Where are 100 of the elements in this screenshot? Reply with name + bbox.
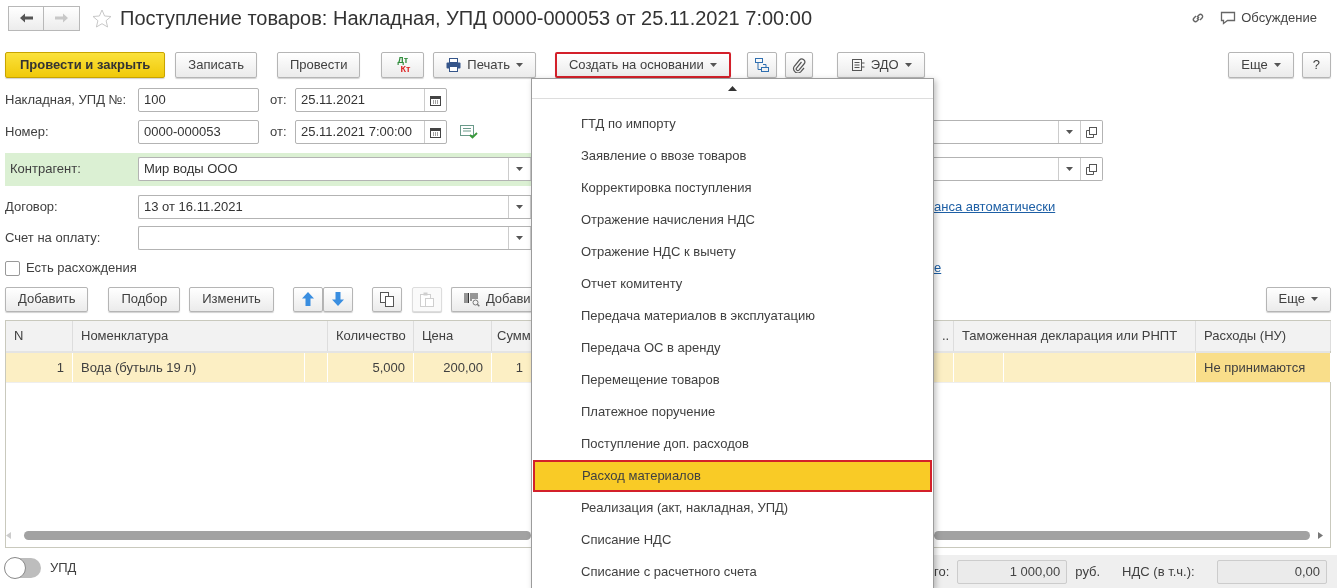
caret-icon bbox=[1066, 130, 1073, 134]
structure-button[interactable] bbox=[746, 52, 777, 78]
toggle-label: УПД bbox=[50, 559, 77, 578]
menu-item[interactable]: Отчет комитенту bbox=[532, 268, 933, 300]
select-field[interactable]: Мир воды ООО bbox=[138, 157, 531, 181]
open-icon bbox=[1086, 163, 1097, 175]
field-value: 13 от 16.11.2021 bbox=[143, 198, 244, 217]
column-header[interactable]: N bbox=[6, 321, 73, 351]
documents-exchange-icon bbox=[849, 58, 865, 72]
table-cell: 1 bbox=[6, 353, 73, 382]
date-value: 25.11.2021 bbox=[300, 91, 367, 110]
action-button[interactable]: Изменить bbox=[189, 286, 274, 312]
date-field[interactable]: 25.11.2021 bbox=[295, 88, 447, 112]
column-header[interactable]: Количество bbox=[328, 321, 414, 351]
menu-item[interactable]: Перемещение товаров bbox=[532, 364, 933, 396]
action-button[interactable]: Провести bbox=[276, 52, 361, 78]
debit-label: Дт bbox=[396, 56, 409, 65]
table-cell: Вода (бутыль 19 л) bbox=[73, 353, 328, 382]
column-header[interactable]: Расходы (НУ) bbox=[1196, 321, 1331, 351]
menu-item[interactable]: Списание НДС bbox=[532, 524, 933, 556]
menu-item[interactable]: Платежное поручение bbox=[532, 396, 933, 428]
back-button[interactable] bbox=[8, 5, 44, 31]
field-label: Номер: bbox=[5, 123, 50, 142]
caret-icon bbox=[1066, 167, 1073, 171]
total-label: НДС (в т.ч.): bbox=[1122, 562, 1195, 581]
scrollbar-thumb[interactable] bbox=[934, 530, 1310, 540]
menu-item[interactable]: Передача ОС в аренду bbox=[532, 332, 933, 364]
caret-icon bbox=[516, 167, 523, 171]
add-by-barcode-button[interactable]: Добави bbox=[450, 286, 531, 312]
menu-item[interactable]: Передача материалов в эксплуатацию bbox=[532, 300, 933, 332]
column-header[interactable]: Таможенная декларация или РНПТ bbox=[954, 321, 1196, 351]
print-button[interactable]: Печать bbox=[433, 52, 536, 78]
menu-item[interactable]: Поступление доп. расходов bbox=[532, 428, 933, 460]
discussion-link[interactable]: Обсуждение bbox=[1220, 8, 1317, 28]
chat-icon bbox=[1220, 11, 1237, 25]
table-row[interactable]: 1 Вода (бутыль 19 л) 5,000 200,00 1 bbox=[6, 353, 531, 383]
menu-item[interactable]: Отражение начисления НДС bbox=[532, 204, 933, 236]
date-field[interactable]: 25.11.2021 7:00:00 bbox=[295, 120, 447, 144]
help-button[interactable]: ? bbox=[1301, 52, 1331, 78]
caret-icon bbox=[1273, 63, 1281, 67]
menu-item[interactable]: Реализация (акт, накладная, УПД) bbox=[532, 492, 933, 524]
menu-item[interactable]: Расход материалов bbox=[533, 460, 932, 492]
total-field: 0,00 bbox=[1217, 559, 1327, 584]
clipboard-icon bbox=[419, 291, 434, 307]
select-field[interactable] bbox=[138, 226, 531, 250]
caret-icon bbox=[515, 63, 523, 67]
post-and-close-button[interactable]: Провести и закрыть bbox=[5, 52, 166, 78]
menu-item[interactable]: Заявление о ввозе товаров bbox=[532, 140, 933, 172]
field-value: Мир воды ООО bbox=[143, 160, 239, 179]
total-field: 1 000,00 bbox=[957, 559, 1068, 584]
column-header[interactable]: Номенклатура bbox=[73, 321, 328, 351]
field-label: Счет на оплату: bbox=[5, 229, 102, 248]
table-row[interactable]: Не принимаются bbox=[934, 353, 1330, 383]
checkbox[interactable] bbox=[5, 260, 20, 276]
select-field[interactable]: 13 от 16.11.2021 bbox=[138, 195, 531, 219]
field-label: Накладная, УПД №: bbox=[5, 91, 128, 110]
menu-button[interactable]: Еще bbox=[1265, 286, 1331, 312]
date-value: 25.11.2021 7:00:00 bbox=[300, 123, 414, 142]
action-button[interactable]: Добавить bbox=[5, 286, 89, 312]
caret-icon bbox=[516, 236, 523, 240]
link[interactable]: анса автоматически bbox=[934, 197, 1056, 217]
window-title: Поступление товаров: Накладная, УПД 0000-000053 от 25.11.2021 7:00:00 bbox=[120, 6, 812, 31]
table-cell: 200,00 bbox=[414, 353, 492, 382]
barcode-icon bbox=[463, 291, 480, 307]
scroll-up-icon bbox=[728, 86, 737, 91]
printer-icon bbox=[446, 58, 462, 72]
menu-button[interactable]: Еще bbox=[1228, 52, 1294, 78]
scrollbar-thumb[interactable] bbox=[24, 530, 531, 540]
caret-icon bbox=[1311, 297, 1318, 301]
link[interactable]: е bbox=[934, 258, 942, 278]
toggle-switch[interactable] bbox=[5, 558, 41, 578]
calendar-icon bbox=[430, 94, 441, 106]
action-button[interactable]: Подбор bbox=[108, 286, 181, 312]
calendar-icon bbox=[430, 126, 441, 138]
column-header[interactable]: Цена bbox=[414, 321, 492, 351]
menu-item[interactable]: Отражение НДС к вычету bbox=[532, 236, 933, 268]
open-icon bbox=[1086, 126, 1097, 138]
select-field[interactable] bbox=[934, 157, 1103, 181]
menu-item[interactable]: ГТД по импорту bbox=[532, 108, 933, 140]
number-field[interactable]: 100 bbox=[138, 88, 259, 112]
caret-icon bbox=[709, 63, 717, 67]
menu-item[interactable]: Списание с расчетного счета bbox=[532, 556, 933, 588]
menu-button[interactable]: Создать на основании bbox=[554, 52, 731, 78]
copy-button[interactable] bbox=[371, 286, 402, 312]
star-icon[interactable] bbox=[92, 8, 112, 28]
action-button[interactable]: Записать bbox=[175, 52, 257, 78]
edo-button[interactable]: ЭДО bbox=[836, 52, 925, 78]
back-arrow-icon bbox=[19, 13, 33, 23]
field-label: Контрагент: bbox=[10, 160, 82, 179]
ledger-button[interactable]: Дт Кт bbox=[381, 52, 425, 78]
move-up-button[interactable] bbox=[292, 286, 323, 312]
move-down-button[interactable] bbox=[322, 286, 353, 312]
table-cell: Не принимаются bbox=[1196, 353, 1331, 382]
select-field[interactable] bbox=[934, 120, 1103, 144]
number-field[interactable]: 0000-000053 bbox=[138, 120, 259, 144]
scroll-right-icon bbox=[1318, 531, 1323, 539]
attach-button[interactable] bbox=[784, 52, 813, 78]
field-label: Договор: bbox=[5, 198, 59, 217]
menu-item[interactable]: Корректировка поступления bbox=[532, 172, 933, 204]
caret-icon bbox=[516, 205, 523, 209]
